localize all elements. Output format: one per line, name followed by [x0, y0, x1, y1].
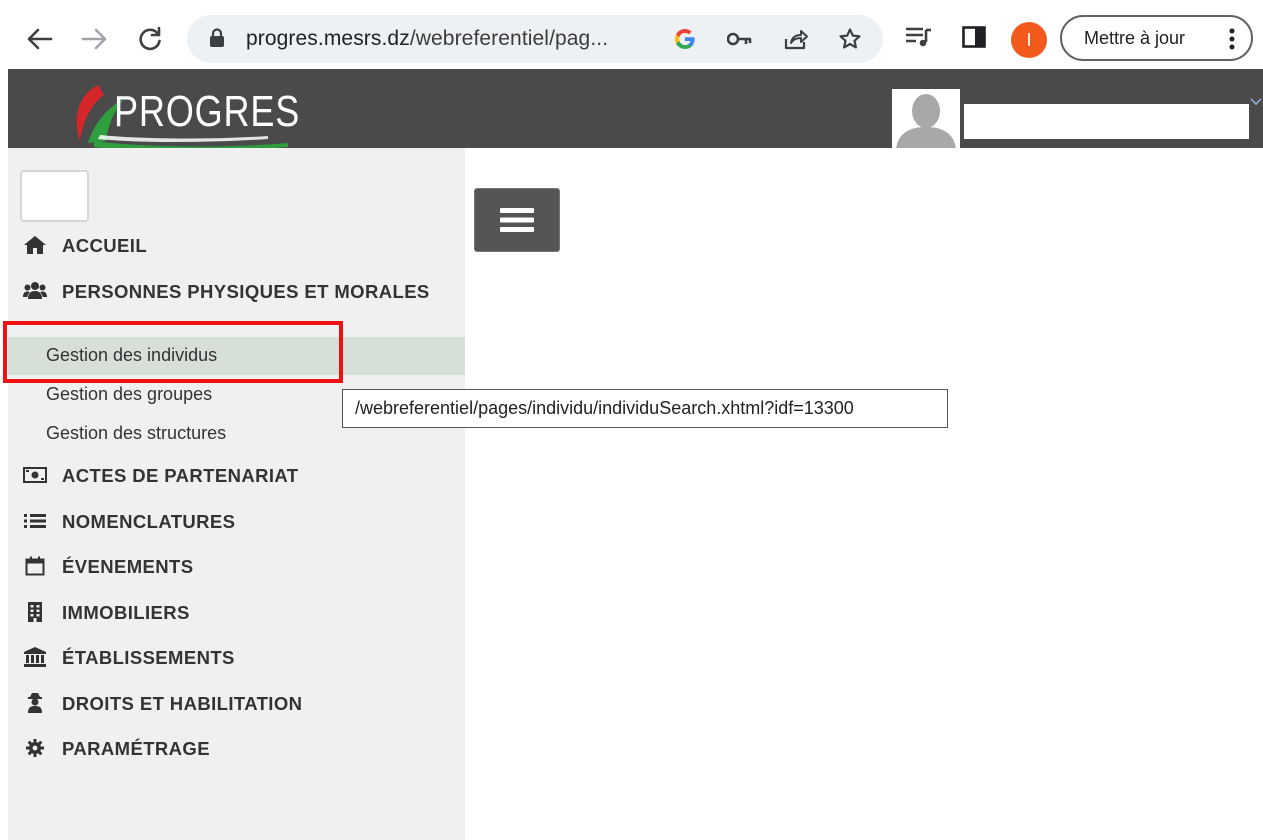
lock-icon[interactable]: [209, 28, 225, 53]
sidebar-item-personnes[interactable]: PERSONNES PHYSIQUES ET MORALES: [23, 280, 443, 303]
sidebar-item-evenements[interactable]: ÉVENEMENTS: [23, 556, 193, 578]
profile-initial: I: [1026, 29, 1032, 50]
money-icon: [23, 465, 47, 485]
sub-item-gestion-groupes[interactable]: Gestion des groupes: [46, 384, 212, 405]
sub-item-label: Gestion des structures: [46, 423, 227, 443]
sidebar-item-accueil[interactable]: ACCUEIL: [23, 235, 147, 257]
address-bar[interactable]: progres.mesrs.dz/webreferentiel/pag...: [187, 15, 883, 63]
institution-icon: [23, 647, 47, 667]
sidebar-item-actes[interactable]: ACTES DE PARTENARIAT: [23, 465, 299, 487]
cog-icon: [23, 738, 47, 758]
star-icon[interactable]: [837, 26, 863, 52]
user-avatar[interactable]: [892, 89, 960, 148]
home-icon: [23, 235, 47, 255]
profile-avatar[interactable]: I: [1011, 22, 1047, 58]
forward-arrow-icon[interactable]: [75, 19, 115, 59]
sidebar-item-label: DROITS ET HABILITATION: [62, 693, 303, 714]
sidebar-item-label: ÉTABLISSEMENTS: [62, 647, 235, 668]
sidebar-item-nomenclatures[interactable]: NOMENCLATURES: [23, 511, 235, 533]
share-icon[interactable]: [783, 26, 809, 52]
chevron-down-icon[interactable]: [1250, 93, 1262, 111]
update-label: Mettre à jour: [1084, 28, 1186, 48]
url-host: progres.mesrs.dz: [246, 27, 410, 50]
sub-item-label: Gestion des groupes: [46, 384, 213, 404]
progres-logo[interactable]: PROGRES: [68, 81, 301, 151]
sidebar-item-droits[interactable]: DROITS ET HABILITATION: [23, 693, 302, 715]
browser-toolbar: progres.mesrs.dz/webreferentiel/pag... I…: [0, 0, 1263, 69]
sidebar-item-label: ACTES DE PARTENARIAT: [62, 465, 299, 486]
side-panel-icon[interactable]: [962, 26, 986, 53]
sidebar-item-etablissements[interactable]: ÉTABLISSEMENTS: [23, 647, 235, 669]
key-icon[interactable]: [727, 26, 753, 52]
sub-item-gestion-structures[interactable]: Gestion des structures: [46, 423, 226, 444]
user-silhouette-icon: [892, 89, 960, 148]
hamburger-menu-icon: [500, 208, 534, 232]
sidebar-item-label: ACCUEIL: [62, 235, 148, 256]
sidebar-item-parametrage[interactable]: PARAMÉTRAGE: [23, 738, 210, 760]
app-header: PROGRES: [8, 69, 1263, 151]
url-path: /webreferentiel/pag...: [409, 27, 609, 50]
more-vert-icon[interactable]: [1229, 28, 1235, 55]
sidebar-item-immobiliers[interactable]: IMMOBILIERS: [23, 602, 190, 624]
user-secret-icon: [23, 693, 47, 713]
back-arrow-icon[interactable]: [19, 19, 59, 59]
sidebar-search-input[interactable]: [20, 170, 89, 222]
highlight-annotation-box: [3, 321, 343, 383]
sidebar-item-label: NOMENCLATURES: [62, 511, 236, 532]
building-icon: [23, 602, 47, 622]
sidebar: ACCUEIL PERSONNES PHYSIQUES ET MORALES G…: [8, 148, 465, 840]
link-tooltip: /webreferentiel/pages/individu/individuS…: [342, 389, 948, 428]
users-icon: [23, 280, 47, 300]
update-button[interactable]: Mettre à jour: [1060, 15, 1253, 61]
media-queue-icon[interactable]: [905, 26, 933, 53]
sidebar-item-label: PERSONNES PHYSIQUES ET MORALES: [62, 281, 430, 302]
sidebar-item-label: PARAMÉTRAGE: [62, 738, 210, 759]
reload-icon[interactable]: [130, 19, 170, 59]
sidebar-toggle-button[interactable]: [474, 188, 560, 252]
sidebar-item-label: IMMOBILIERS: [62, 602, 190, 623]
list-icon: [23, 511, 47, 531]
calendar-icon: [23, 556, 47, 576]
logo-text: PROGRES: [114, 87, 301, 136]
user-name-field[interactable]: [964, 104, 1249, 139]
google-icon[interactable]: [672, 26, 698, 52]
sidebar-item-label: ÉVENEMENTS: [62, 556, 194, 577]
